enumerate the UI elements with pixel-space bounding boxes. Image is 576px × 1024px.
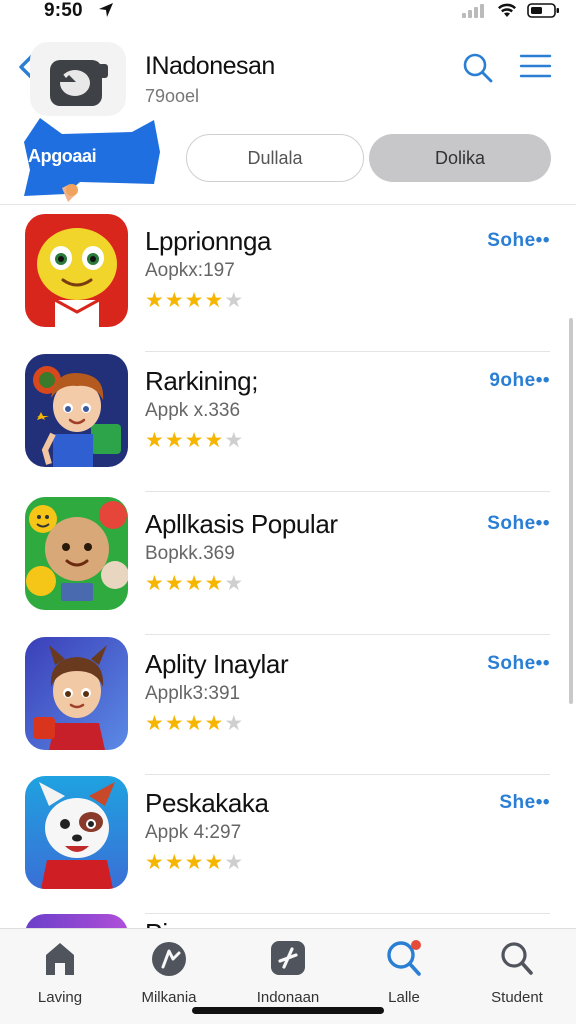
divider xyxy=(145,491,550,492)
tab-indonaan[interactable]: Indonaan xyxy=(238,939,338,1006)
app-meta: Aopkx:197 xyxy=(145,260,235,281)
star-rating: ★★★★★ xyxy=(145,712,245,735)
app-title: Lpprionnga xyxy=(145,226,272,256)
app-icon xyxy=(30,42,126,116)
app-meta: Appk x.336 xyxy=(145,400,241,421)
app-icon-cartoon-wolf-boy xyxy=(25,637,128,750)
app-title: Rarkining; xyxy=(145,366,259,396)
star-rating: ★★★★★ xyxy=(145,289,245,312)
app-meta: Appk 4:297 xyxy=(145,822,242,843)
list-item[interactable]: Lpprionnga Aopkx:197 ★★★★★ Sohe•• xyxy=(0,214,576,352)
cellular-signal-icon xyxy=(462,4,484,18)
page-title: INadonesan xyxy=(145,52,275,80)
star-rating: ★★★★★ xyxy=(145,851,245,874)
page-subtitle: 79ooel xyxy=(145,86,200,106)
app-icon-emoji-friends xyxy=(25,497,128,610)
tab-laving[interactable]: Laving xyxy=(10,939,110,1006)
divider xyxy=(145,351,550,352)
divider xyxy=(145,913,550,914)
divider xyxy=(0,204,576,205)
list-item[interactable]: Peskakaka Appk 4:297 ★★★★★ She•• xyxy=(0,776,576,914)
list-item[interactable]: Aplity Inaylar Applk3:391 ★★★★★ Sohe•• xyxy=(0,637,576,775)
get-button[interactable]: Sohe•• xyxy=(487,653,550,675)
app-icon-cartoon-boy xyxy=(25,354,128,467)
tab-label: Milkania xyxy=(141,989,197,1006)
app-title: Apllkasis Popular xyxy=(145,509,338,539)
search-icon xyxy=(501,942,533,975)
app-title: Aplity Inaylar xyxy=(145,649,289,679)
games-icon xyxy=(271,941,305,975)
tab-label: Indonaan xyxy=(256,989,320,1006)
list-item[interactable]: Rarkining; Appk x.336 ★★★★★ 9ohe•• xyxy=(0,354,576,492)
app-icon-cartoon-panda xyxy=(25,776,128,889)
tab-label: Laving xyxy=(37,989,83,1006)
app-meta: Bopkk.369 xyxy=(145,543,235,564)
divider xyxy=(145,774,550,775)
filter-pill-2-selected[interactable]: Dolika xyxy=(369,134,551,182)
wifi-icon xyxy=(498,3,516,17)
get-button[interactable]: 9ohe•• xyxy=(489,370,550,392)
camera-icon xyxy=(50,60,108,106)
compass-icon xyxy=(152,942,186,976)
get-button[interactable]: She•• xyxy=(499,792,550,814)
home-indicator[interactable] xyxy=(192,1007,384,1014)
star-rating: ★★★★★ xyxy=(145,429,245,452)
get-button[interactable]: Sohe•• xyxy=(487,230,550,252)
divider xyxy=(145,634,550,635)
list-item[interactable]: Apllkasis Popular Bopkk.369 ★★★★★ Sohe•• xyxy=(0,497,576,635)
tab-milkania[interactable]: Milkania xyxy=(119,939,219,1006)
status-bar: 9:50 xyxy=(0,0,576,26)
tab-label: Student xyxy=(491,989,543,1006)
filter-pill-1[interactable]: Dullala xyxy=(186,134,364,182)
tab-student[interactable]: Student xyxy=(467,939,567,1006)
app-title: Peskakaka xyxy=(145,788,269,818)
category-flag-label: Apgoaai xyxy=(28,146,97,166)
status-time: 9:50 xyxy=(44,0,83,21)
tab-lalle[interactable]: Lalle xyxy=(354,939,454,1006)
scrollbar[interactable] xyxy=(569,318,573,704)
home-icon xyxy=(46,943,74,975)
menu-icon[interactable] xyxy=(519,53,552,79)
tab-label: Lalle xyxy=(388,989,420,1006)
star-rating: ★★★★★ xyxy=(145,572,245,595)
battery-icon xyxy=(527,3,559,18)
search-active-icon xyxy=(387,940,421,976)
app-icon-emoji-face xyxy=(25,214,128,327)
get-button[interactable]: Sohe•• xyxy=(487,513,550,535)
location-arrow-icon xyxy=(99,3,113,17)
search-icon[interactable] xyxy=(462,52,494,84)
app-meta: Applk3:391 xyxy=(145,683,241,704)
